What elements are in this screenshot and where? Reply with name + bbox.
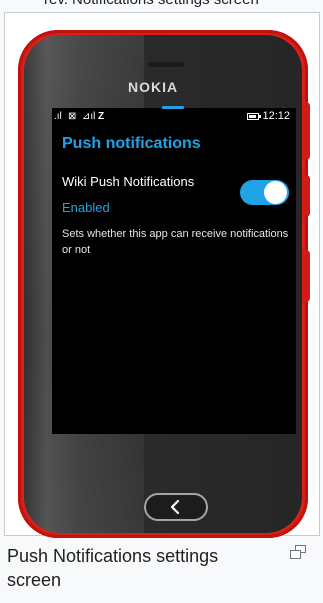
status-bar: .ıl ⊠ ⊿ıl Z 12:12 xyxy=(52,106,296,124)
phone-body: NOKIA .ıl ⊠ ⊿ıl Z 12:12 Push notificatio… xyxy=(18,30,310,538)
power-button xyxy=(302,250,310,302)
page-title: Push notifications xyxy=(62,135,201,152)
setting-title[interactable]: Wiki Push Notifications xyxy=(62,174,240,189)
brand-logo: NOKIA xyxy=(128,79,179,95)
volume-button xyxy=(302,102,310,160)
toggle-knob xyxy=(264,181,287,204)
earpiece xyxy=(148,62,184,67)
setting-value: Enabled xyxy=(62,200,110,215)
notification-pull-handle[interactable] xyxy=(162,106,184,109)
phone-screen: .ıl ⊠ ⊿ıl Z 12:12 Push notifications Wik… xyxy=(52,106,296,434)
push-notifications-toggle[interactable] xyxy=(240,180,289,205)
side-button xyxy=(302,175,310,217)
image-caption: Push Notifications settings screen xyxy=(7,546,219,590)
signal-icon-2: ⊿ıl xyxy=(82,111,96,122)
enlarge-icon[interactable] xyxy=(290,545,306,559)
image-frame: NOKIA .ıl ⊠ ⊿ıl Z 12:12 Push notificatio… xyxy=(4,12,320,538)
signal-icon: .ıl xyxy=(54,111,62,122)
setting-description: Sets whether this app can receive notifi… xyxy=(62,228,289,256)
back-button[interactable] xyxy=(144,493,208,521)
status-time: 12:12 xyxy=(262,110,290,122)
phone-front: NOKIA .ıl ⊠ ⊿ıl Z 12:12 Push notificatio… xyxy=(24,35,302,533)
battery-icon xyxy=(247,113,261,120)
chevron-left-icon xyxy=(170,499,180,515)
network-icon: Z xyxy=(98,111,105,122)
top-caption-text: rev. Notifications settings screen xyxy=(44,0,259,8)
sim-icon: ⊠ xyxy=(68,111,77,122)
